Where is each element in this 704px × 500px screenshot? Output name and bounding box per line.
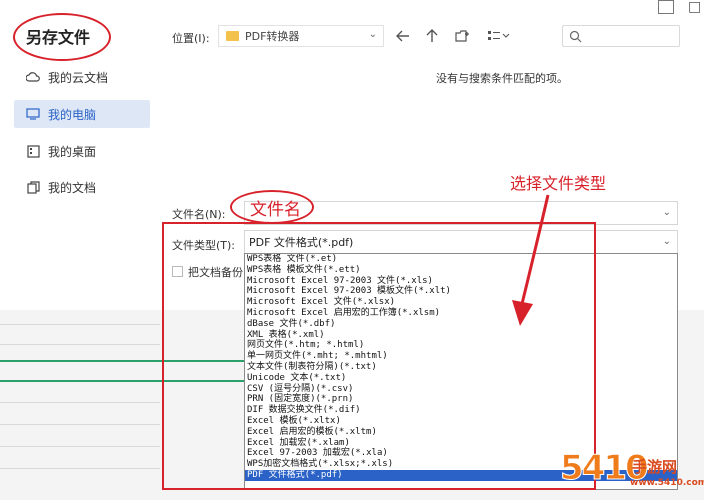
sidebar-item-label: 我的电脑 (48, 107, 97, 122)
monitor-icon (26, 107, 40, 121)
chevron-down-icon: ⌄ (662, 236, 671, 247)
watermark-url: www.5410.com (630, 478, 704, 488)
chevron-down-icon: ⌄ (368, 29, 377, 40)
search-icon (569, 30, 582, 43)
sidebar-item-documents[interactable]: 我的文档 (14, 173, 150, 201)
sidebar-item-my-computer[interactable]: 我的电脑 (14, 100, 150, 128)
watermark-name: 手游网 (632, 458, 678, 476)
site-watermark: 5410 手游网 www.5410.com (560, 448, 704, 500)
search-input[interactable] (562, 25, 680, 47)
new-folder-icon (454, 29, 469, 42)
desktop-icon (26, 144, 40, 158)
window-control-box[interactable] (658, 0, 674, 14)
arrow-up-icon (426, 29, 438, 42)
maximize-button[interactable]: □ (688, 0, 701, 15)
sidebar: 另存文件 我的云文档 我的电脑 我的桌面 我的文档 (0, 0, 152, 310)
sheet-gridline (0, 402, 160, 403)
sidebar-item-label: 我的文档 (48, 180, 97, 195)
location-value: PDF转换器 (245, 30, 300, 43)
sidebar-item-desktop[interactable]: 我的桌面 (14, 137, 150, 165)
empty-results-message: 没有与搜索条件匹配的项。 (436, 72, 568, 85)
new-folder-button[interactable] (451, 25, 473, 47)
location-label: 位置(I): (172, 32, 210, 45)
sidebar-item-label: 我的桌面 (48, 144, 97, 159)
view-menu-button[interactable] (484, 25, 514, 47)
sheet-gridline (0, 446, 160, 447)
sheet-gridline (0, 424, 160, 425)
back-button[interactable] (392, 25, 414, 47)
filename-label: 文件名(N): (172, 208, 226, 221)
sheet-gridline (0, 324, 160, 325)
filetype-annotation: 选择文件类型 (510, 174, 607, 193)
sheet-gridline (0, 468, 160, 469)
title-annotation-circle (13, 13, 111, 61)
chevron-down-icon: ⌄ (662, 207, 671, 218)
list-view-icon (488, 31, 510, 40)
location-dropdown[interactable]: PDF转换器 ⌄ (218, 25, 384, 47)
sheet-gridline (0, 344, 160, 345)
filetype-annotation-box (162, 222, 596, 490)
documents-icon (26, 180, 40, 194)
folder-icon (226, 31, 239, 41)
up-button[interactable] (421, 25, 443, 47)
filename-annotation-circle (230, 190, 314, 224)
arrow-left-icon (396, 30, 409, 42)
cloud-icon (26, 70, 40, 84)
sidebar-item-cloud-docs[interactable]: 我的云文档 (14, 63, 150, 91)
sidebar-item-label: 我的云文档 (48, 70, 109, 85)
